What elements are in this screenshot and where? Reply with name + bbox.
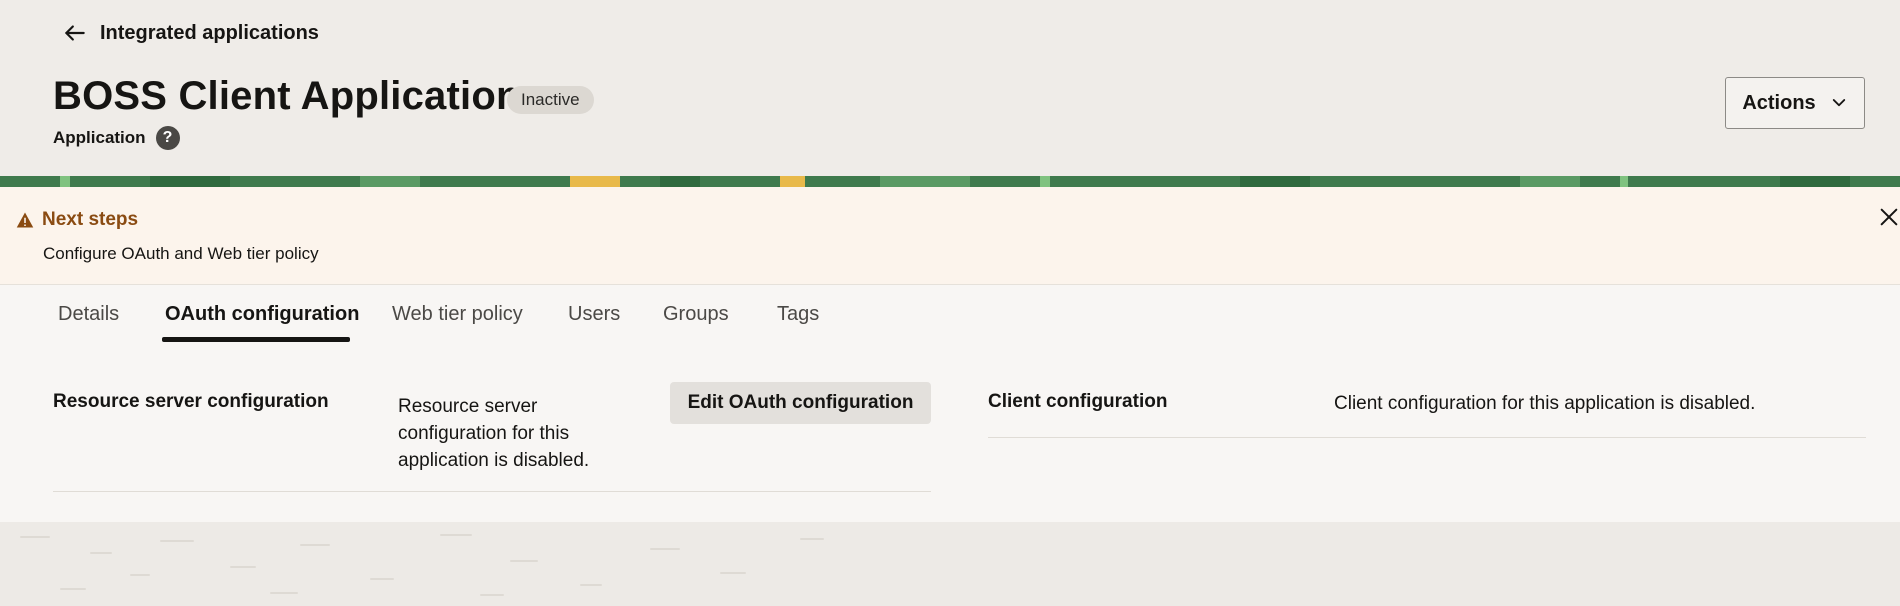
back-link[interactable]: Integrated applications [62, 20, 319, 46]
alert-title: Next steps [16, 209, 138, 231]
tab-bar: Details OAuth configuration Web tier pol… [0, 285, 1900, 344]
help-icon[interactable]: ? [155, 126, 180, 150]
page-header: Integrated applications BOSS Client Appl… [0, 0, 1900, 178]
tab-groups[interactable]: Groups [663, 303, 729, 326]
status-badge: Inactive [507, 86, 594, 114]
oauth-configuration-panel: Resource server configuration Resource s… [0, 343, 1900, 522]
divider [53, 491, 931, 492]
tab-users[interactable]: Users [568, 303, 620, 326]
actions-button[interactable]: Actions [1725, 77, 1865, 129]
resource-server-value: Resource server configuration for this a… [398, 396, 590, 471]
close-icon[interactable] [1878, 206, 1900, 228]
arrow-left-icon [65, 25, 85, 41]
actions-button-label: Actions [1742, 91, 1816, 114]
active-tab-indicator [162, 337, 350, 342]
subtitle-label: Application [53, 128, 146, 147]
tab-oauth-configuration[interactable]: OAuth configuration [165, 303, 359, 326]
tab-web-tier-policy[interactable]: Web tier policy [392, 303, 523, 326]
next-steps-alert: Next steps Configure OAuth and Web tier … [0, 187, 1900, 285]
client-configuration-label: Client configuration [988, 391, 1168, 412]
page-subtitle: Application ? [53, 126, 180, 150]
page-title: BOSS Client Application [53, 74, 521, 118]
chevron-down-icon [1832, 99, 1845, 107]
client-configuration-value: Client configuration for this applicatio… [1334, 393, 1756, 414]
resource-server-label: Resource server configuration [53, 391, 329, 412]
alert-description: Configure OAuth and Web tier policy [43, 244, 319, 263]
edit-oauth-configuration-button[interactable]: Edit OAuth configuration [670, 382, 931, 424]
divider [988, 437, 1866, 438]
back-link-label: Integrated applications [100, 21, 319, 44]
page-background-pattern [0, 522, 1900, 606]
tab-tags[interactable]: Tags [777, 303, 819, 326]
tab-details[interactable]: Details [58, 303, 119, 326]
alert-title-text: Next steps [42, 209, 139, 230]
warning-icon [16, 212, 34, 228]
